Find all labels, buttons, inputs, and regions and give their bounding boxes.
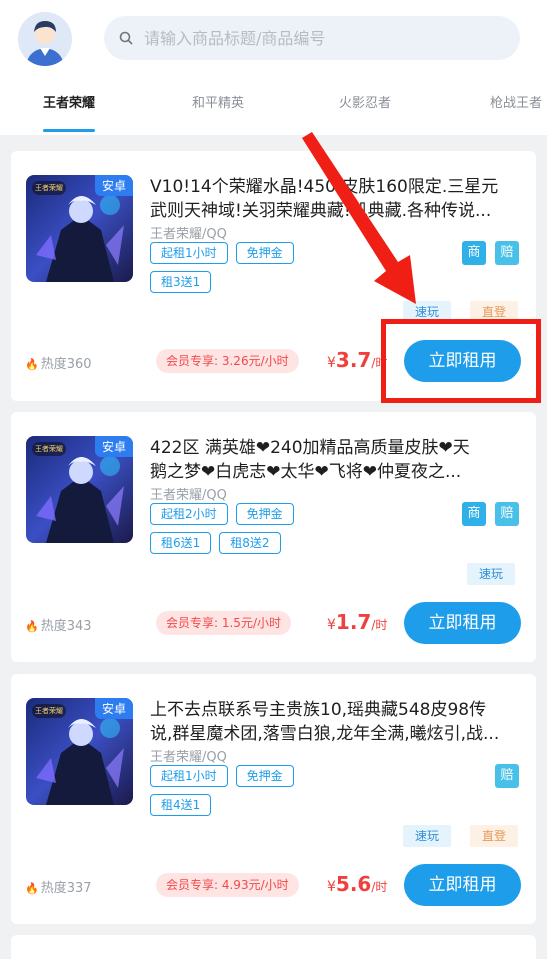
- rent-min-tag: 起租1小时: [150, 242, 228, 264]
- android-badge: 安卓: [94, 175, 133, 196]
- vip-price-badge: 会员专享: 3.26元/小时: [156, 349, 299, 373]
- android-badge: 安卓: [94, 698, 133, 719]
- platform-label: 王者荣耀/QQ: [150, 488, 227, 503]
- title-line: 说,群星魔术团,落雪白狼,龙年全满,曦炫引,战...: [150, 724, 500, 744]
- compensation-icon: 赔: [495, 502, 519, 526]
- heat-count: 🔥 热度360: [25, 353, 92, 372]
- user-avatar-icon: [18, 12, 72, 66]
- product-title[interactable]: 422区 满英雄❤240加精品高质量皮肤❤天 鹅之梦❤白虎志❤太华❤飞将❤仲夏夜…: [150, 436, 522, 484]
- rent-min-tag: 起租1小时: [150, 765, 228, 787]
- product-title[interactable]: 上不去点联系号主贵族10,瑶典藏548皮98传 说,群星魔术团,落雪白狼,龙年全…: [150, 698, 522, 746]
- platform-label: 王者荣耀/QQ: [150, 750, 227, 765]
- android-badge: 安卓: [94, 436, 133, 457]
- game-logo: 王者荣耀: [32, 181, 66, 195]
- rent-min-tag: 起租2小时: [150, 503, 228, 525]
- no-deposit-tag: 免押金: [235, 765, 294, 787]
- price-currency: ¥: [327, 879, 336, 895]
- price-currency: ¥: [327, 617, 336, 633]
- title-line: 武则天神域!关羽荣耀典藏!凯典藏.各种传说...: [150, 201, 492, 221]
- game-tabs: 王者荣耀 和平精英 火影忍者 枪战王者: [0, 86, 547, 135]
- heat-count: 🔥 热度343: [25, 615, 92, 634]
- tab-qiangzhan[interactable]: 枪战王者: [488, 86, 544, 126]
- price-unit: /时: [371, 880, 388, 894]
- tag-row: 租6送1 租8送2: [150, 532, 281, 554]
- top-bar: 王者荣耀 和平精英 火影忍者 枪战王者: [0, 0, 547, 135]
- product-card[interactable]: 王者荣耀 安卓 422区 满英雄❤240加精品高质量皮肤❤天 鹅之梦❤白虎志❤太…: [11, 412, 536, 662]
- product-thumbnail: 王者荣耀 安卓: [26, 436, 133, 543]
- heat-count: 🔥 热度337: [25, 877, 92, 896]
- fast-play-chip: 速玩: [403, 825, 452, 847]
- tab-heping[interactable]: 和平精英: [192, 86, 244, 126]
- direct-login-chip: 直登: [470, 825, 519, 847]
- flame-icon: 🔥: [25, 882, 39, 895]
- compensation-icon: 赔: [495, 764, 519, 788]
- game-logo: 王者荣耀: [32, 442, 66, 456]
- title-line: V10!14个荣耀水晶!450 皮肤160限定.三星元: [150, 177, 499, 197]
- active-tab-indicator: [43, 129, 95, 132]
- heat-text: 热度343: [40, 619, 92, 634]
- price: ¥1.7/时: [327, 610, 387, 634]
- product-title[interactable]: V10!14个荣耀水晶!450 皮肤160限定.三星元 武则天神域!关羽荣耀典藏…: [150, 175, 522, 223]
- heat-text: 热度337: [40, 881, 92, 896]
- price: ¥3.7/时: [327, 348, 387, 372]
- promo-tag: 租8送2: [219, 532, 281, 554]
- vip-price-badge: 会员专享: 4.93元/小时: [156, 873, 299, 897]
- product-card[interactable]: [11, 935, 536, 959]
- tag-row: 起租2小时 免押金: [150, 503, 294, 525]
- tag-row: 起租1小时 免押金: [150, 765, 294, 787]
- tab-wangzhe[interactable]: 王者荣耀: [43, 86, 95, 126]
- tab-huoying[interactable]: 火影忍者: [339, 86, 391, 126]
- title-line: 上不去点联系号主贵族10,瑶典藏548皮98传: [150, 700, 487, 720]
- game-logo: 王者荣耀: [32, 704, 66, 718]
- tag-row: 租4送1: [150, 794, 212, 816]
- search-box[interactable]: [104, 16, 520, 60]
- flame-icon: 🔥: [25, 358, 39, 371]
- compensation-icon: 赔: [495, 241, 519, 265]
- annotation-highlight-box: [381, 319, 541, 403]
- price: ¥5.6/时: [327, 872, 387, 896]
- product-thumbnail: 王者荣耀 安卓: [26, 175, 133, 282]
- search-icon: [119, 31, 133, 45]
- vip-price-badge: 会员专享: 1.5元/小时: [156, 611, 291, 635]
- product-thumbnail: 王者荣耀 安卓: [26, 698, 133, 805]
- promo-tag: 租6送1: [150, 532, 212, 554]
- promo-tag: 租3送1: [150, 271, 212, 293]
- merchant-icon: 商: [462, 502, 486, 526]
- tag-row: 租3送1: [150, 271, 212, 293]
- product-card[interactable]: 王者荣耀 安卓 上不去点联系号主贵族10,瑶典藏548皮98传 说,群星魔术团,…: [11, 674, 536, 924]
- price-value: 3.7: [335, 348, 372, 372]
- price-value: 1.7: [335, 610, 372, 634]
- price-unit: /时: [371, 618, 388, 632]
- fast-play-chip: 速玩: [467, 563, 516, 585]
- platform-label: 王者荣耀/QQ: [150, 227, 227, 242]
- flame-icon: 🔥: [25, 620, 39, 633]
- no-deposit-tag: 免押金: [235, 503, 294, 525]
- title-line: 422区 满英雄❤240加精品高质量皮肤❤天: [150, 438, 470, 458]
- rent-now-button[interactable]: 立即租用: [404, 864, 521, 906]
- no-deposit-tag: 免押金: [235, 242, 294, 264]
- avatar[interactable]: [18, 12, 72, 66]
- price-currency: ¥: [327, 355, 336, 371]
- tag-row: 起租1小时 免押金: [150, 242, 294, 264]
- rent-now-button[interactable]: 立即租用: [404, 602, 521, 644]
- title-line: 鹅之梦❤白虎志❤太华❤飞将❤仲夏夜之...: [150, 462, 462, 482]
- heat-text: 热度360: [40, 357, 92, 372]
- merchant-icon: 商: [462, 241, 486, 265]
- promo-tag: 租4送1: [150, 794, 212, 816]
- price-value: 5.6: [335, 872, 372, 896]
- search-input[interactable]: [144, 16, 504, 60]
